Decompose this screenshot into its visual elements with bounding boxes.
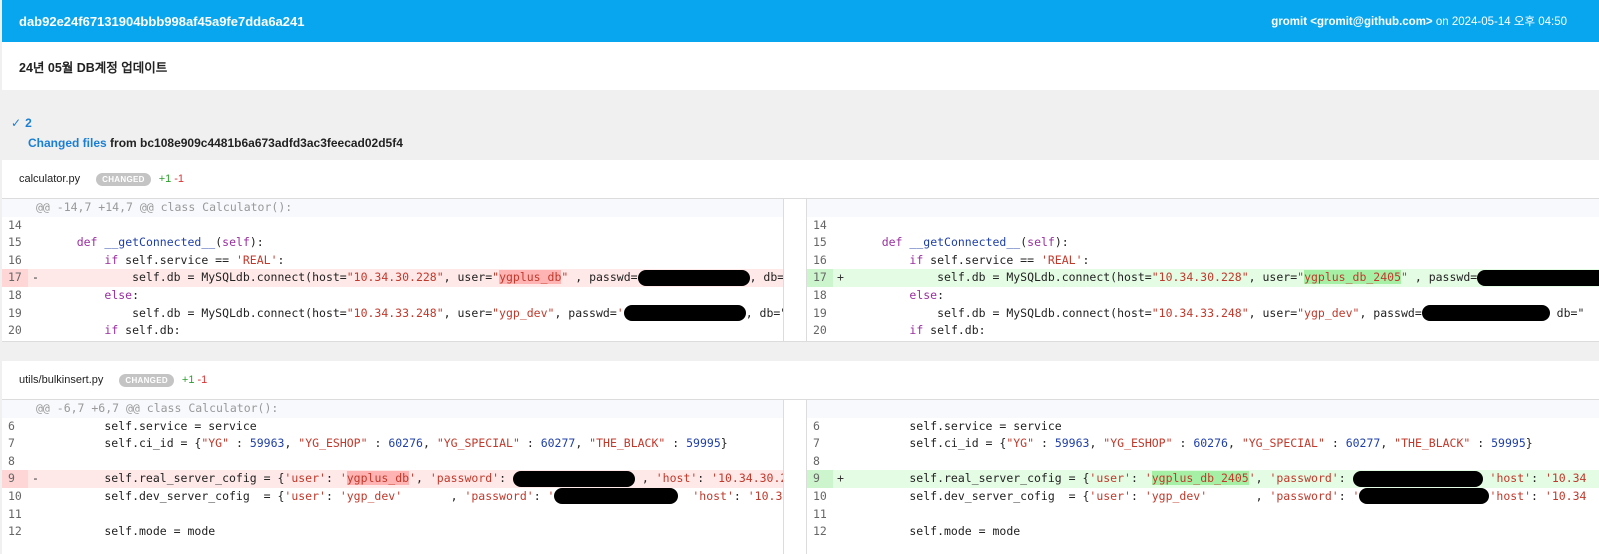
commit-header: dab92e24f67131904bbb998af45a9fe7dda6a241…	[2, 0, 1599, 42]
diff-line: 11	[2, 505, 783, 524]
diff-line: 8	[2, 452, 783, 471]
deletions-count: -1	[174, 173, 185, 185]
file-header: calculator.py CHANGED +1 -1	[2, 160, 1599, 198]
changed-files-summary: ✓ 2 Changed files from bc108e909c4481b6a…	[11, 116, 403, 150]
redacted-block	[1352, 470, 1483, 487]
diff-line: 6 self.service = service	[2, 417, 783, 436]
diff-line: 20 if self.db:	[807, 322, 1599, 340]
hunk-header: @@ -14,7 +14,7 @@ class Calculator():	[2, 199, 783, 217]
diff-pane-right: 6 self.service = service 7 self.ci_id = …	[806, 400, 1599, 554]
diff-line: 15 def __getConnected__(self):	[807, 234, 1599, 252]
collapse-toggle[interactable]: ✓ 2	[11, 116, 403, 130]
base-commit-hash[interactable]: bc108e909c4481b6a673adfd3ac3feecad02d5f4	[140, 136, 403, 150]
commit-date: 2024-05-14 오후 04:50	[1451, 16, 1567, 28]
diff-line: 16 if self.service == 'REAL':	[2, 251, 783, 270]
diff-line: 16 if self.service == 'REAL':	[807, 251, 1599, 270]
status-badge: CHANGED	[96, 172, 151, 186]
diff-line: 8	[807, 452, 1599, 471]
diff-line: 10 self.dev_server_cofig = {'user': 'ygp…	[807, 487, 1599, 506]
diff-line: 6 self.service = service	[807, 417, 1599, 436]
diff-line: 7 self.ci_id = {"YG" : 59963, "YG_ESHOP"…	[2, 435, 783, 453]
check-icon: ✓	[11, 116, 22, 130]
diff-line: 18 else:	[2, 286, 783, 305]
diff-line: 14	[2, 216, 783, 235]
diff-line: 19 self.db = MySQLdb.connect(host="10.34…	[807, 304, 1599, 323]
redacted-block	[637, 269, 750, 286]
redacted-block	[554, 488, 679, 505]
diff-line-deleted: 17- self.db = MySQLdb.connect(host="10.3…	[2, 269, 783, 287]
redacted-block	[623, 305, 746, 322]
diff-line: 12 self.mode = mode	[2, 523, 783, 541]
diff-line: 10 self.dev_server_cofig = {'user': 'ygp…	[2, 487, 783, 506]
diff-line: 14	[807, 216, 1599, 235]
commit-message: 24년 05월 DB계정 업데이트	[2, 42, 1599, 90]
diff-pane-right: 14 15 def __getConnected__(self): 16 if …	[806, 199, 1599, 341]
diff-line: 7 self.ci_id = {"YG" : 59963, "YG_ESHOP"…	[807, 435, 1599, 453]
file-name[interactable]: utils/bulkinsert.py	[19, 374, 103, 386]
changed-files-link[interactable]: Changed files	[28, 136, 107, 150]
status-badge: CHANGED	[119, 373, 174, 387]
diff-line: 18 else:	[807, 286, 1599, 305]
diff-line: 12 self.mode = mode	[807, 523, 1599, 541]
hunk-header	[807, 400, 1599, 418]
diff-line-added: 17 + self.db = MySQLdb.connect(host="10.3…	[807, 269, 1599, 287]
diff-line: 11	[807, 505, 1599, 524]
changed-files-from: Changed files from bc108e909c4481b6a673a…	[28, 136, 403, 150]
additions-count: +1	[158, 173, 172, 185]
diff-view: @@ -14,7 +14,7 @@ class Calculator(): 14…	[2, 198, 1599, 342]
file-header: utils/bulkinsert.py CHANGED +1 -1	[2, 361, 1599, 399]
diff-line: 15 def __getConnected__(self):	[2, 234, 783, 252]
additions-count: +1	[181, 374, 195, 386]
commit-hash[interactable]: dab92e24f67131904bbb998af45a9fe7dda6a241	[19, 14, 304, 29]
file-name[interactable]: calculator.py	[19, 173, 80, 185]
diff-pane-left: @@ -14,7 +14,7 @@ class Calculator(): 14…	[2, 199, 784, 341]
changed-files-count: 2	[25, 116, 32, 130]
commit-author[interactable]: gromit <gromit@github.com>	[1271, 16, 1432, 28]
hunk-header	[807, 199, 1599, 217]
diff-view: @@ -6,7 +6,7 @@ class Calculator(): 6 se…	[2, 399, 1599, 554]
diff-pane-left: @@ -6,7 +6,7 @@ class Calculator(): 6 se…	[2, 400, 784, 554]
commit-meta: gromit <gromit@github.com> on 2024-05-14…	[1271, 16, 1567, 28]
diff-line: 20 if self.db:	[2, 322, 783, 340]
redacted-block	[1421, 305, 1550, 322]
hunk-header: @@ -6,7 +6,7 @@ class Calculator():	[2, 400, 783, 418]
deletions-count: -1	[197, 374, 208, 386]
redacted-block	[1477, 269, 1599, 286]
redacted-block	[1359, 488, 1490, 505]
diff-line-added: 9 + self.real_server_cofig = {'user': 'yg…	[807, 470, 1599, 488]
diff-line-deleted: 9- self.real_server_cofig = {'user': 'yg…	[2, 470, 783, 488]
redacted-block	[512, 470, 635, 487]
diff-line: 19 self.db = MySQLdb.connect(host="10.34…	[2, 304, 783, 323]
